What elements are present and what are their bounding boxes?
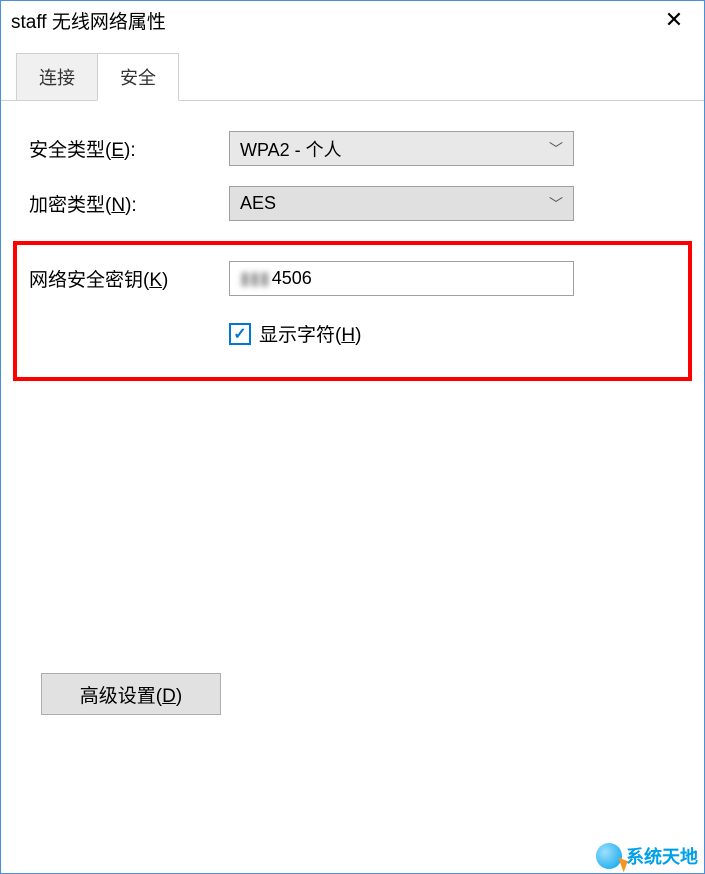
network-key-row: 网络安全密钥(K) ▮▮▮4506 [29, 261, 676, 296]
security-type-row: 安全类型(E): WPA2 - 个人 ﹀ [29, 131, 676, 166]
encryption-type-label: 加密类型(N): [29, 190, 229, 217]
title-bar: staff 无线网络属性 ✕ [1, 1, 704, 43]
show-characters-row: ✓ 显示字符(H) [229, 320, 676, 347]
highlight-annotation: 网络安全密钥(K) ▮▮▮4506 ✓ 显示字符(H) [13, 241, 692, 381]
check-icon: ✓ [233, 324, 246, 344]
tab-strip: 连接 安全 [16, 53, 704, 101]
show-characters-checkbox[interactable]: ✓ [229, 323, 251, 345]
network-key-label: 网络安全密钥(K) [29, 265, 229, 292]
watermark: 系统天地 [596, 843, 698, 869]
security-type-select[interactable]: WPA2 - 个人 ﹀ [229, 131, 574, 166]
chevron-down-icon: ﹀ [549, 194, 563, 214]
watermark-text: 系统天地 [626, 843, 698, 869]
encryption-type-select[interactable]: AES ﹀ [229, 186, 574, 221]
arrow-icon [614, 858, 628, 873]
key-masked-part: ▮▮▮ [240, 268, 270, 288]
security-type-label: 安全类型(E): [29, 135, 229, 162]
close-icon[interactable]: ✕ [654, 4, 694, 36]
window-title: staff 无线网络属性 [11, 7, 166, 34]
network-key-input[interactable]: ▮▮▮4506 [229, 261, 574, 296]
encryption-type-value: AES [240, 193, 549, 214]
chevron-down-icon: ﹀ [549, 139, 563, 159]
encryption-type-row: 加密类型(N): AES ﹀ [29, 186, 676, 221]
tab-connection[interactable]: 连接 [16, 53, 98, 101]
tab-security[interactable]: 安全 [97, 53, 179, 101]
globe-icon [596, 843, 622, 869]
advanced-settings-button[interactable]: 高级设置(D) [41, 673, 221, 715]
show-characters-label: 显示字符(H) [259, 320, 361, 347]
security-panel: 安全类型(E): WPA2 - 个人 ﹀ 加密类型(N): AES ﹀ [1, 100, 704, 411]
window-frame: staff 无线网络属性 ✕ 连接 安全 安全类型(E): WPA2 - 个人 … [0, 0, 705, 874]
security-type-value: WPA2 - 个人 [240, 136, 549, 162]
key-visible-part: 4506 [272, 268, 312, 288]
